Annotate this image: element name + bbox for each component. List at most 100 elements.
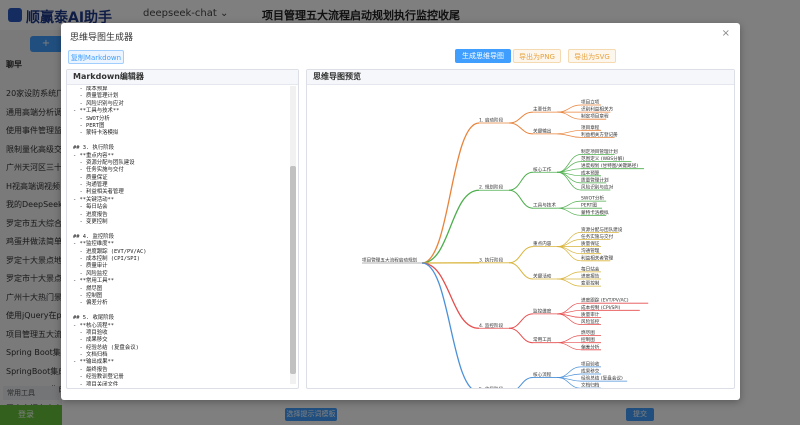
mindmap-leaf: 制定项目章程	[581, 113, 609, 120]
mindmap-leaf: 变更控制	[581, 280, 600, 287]
mindmap-group-edge	[508, 189, 534, 209]
mindmap-group-edge	[517, 377, 534, 388]
mindmap-leaf: 蒙特卡洛模拟	[581, 209, 609, 216]
mindmap-group: 核心流程	[533, 371, 552, 378]
mindmap-group: 主要任务	[533, 106, 552, 113]
mindmap-group-edge	[508, 122, 534, 135]
mindmap-stage: 2. 规划阶段	[479, 184, 504, 191]
mindmap-group-edge	[508, 246, 534, 264]
mindmap-leaf: 每日站会	[581, 265, 600, 272]
mindmap-root: 项目管理五大流程启动规划	[362, 257, 418, 264]
editor-title: Markdown编辑器	[67, 70, 298, 85]
markdown-line: - 经验总结 (复盘会议)	[73, 344, 139, 351]
mindmap-leaf: 成本预算	[581, 169, 600, 176]
mindmap-leaf-edge	[556, 271, 582, 280]
mindmap-stage: 4. 监控阶段	[479, 322, 504, 329]
generate-mindmap-button[interactable]: 生成思维导图	[455, 49, 511, 63]
mindmap-group: 工具与技术	[533, 202, 556, 209]
mindmap-leaf: 进度报告	[581, 273, 600, 280]
mindmap-stage: 1. 启动阶段	[479, 116, 504, 123]
mindmap-leaf: SWOT分析	[581, 195, 604, 202]
markdown-line: - **重点内容**	[73, 152, 115, 159]
mindmap-leaf: 制定项目管理计划	[581, 148, 618, 155]
mindmap-group: 关键活动	[533, 273, 552, 280]
mindmap-group: 核心工作	[533, 166, 552, 173]
markdown-line: ## 5. 收尾阶段	[73, 315, 115, 322]
markdown-line: - **工具与技术**	[73, 108, 120, 115]
close-icon[interactable]: ×	[722, 28, 730, 39]
mindmap-stage: 5. 收尾阶段	[479, 385, 504, 388]
mindmap-group: 关键输出	[533, 127, 552, 134]
scrollbar-thumb[interactable]	[290, 166, 296, 374]
mindmap-leaf: 燃尽图	[581, 329, 595, 336]
markdown-line: - 蒙特卡洛模拟	[73, 130, 119, 137]
markdown-line: - 偏差分析	[73, 300, 108, 307]
mindmap-group: 常用工具	[533, 336, 552, 343]
mindmap-leaf: 质量审计	[581, 311, 600, 318]
mindmap-branch-edge	[421, 262, 480, 329]
mindmap-leaf: 任务实施与交付	[581, 233, 614, 240]
markdown-line: - 质量保证	[73, 174, 108, 181]
preview-title: 思维导图预览	[307, 70, 734, 85]
mindmap-leaf-edge	[556, 342, 582, 351]
mindmap-leaf-edge	[556, 246, 582, 255]
mindmap-group-edge	[508, 171, 534, 191]
mindmap-leaf: 进度规划 (甘特图/关键路径)	[581, 162, 638, 169]
mindmap-leaf: 成果移交	[581, 368, 600, 375]
markdown-line: - 经验教训登记册	[73, 374, 124, 381]
mindmap-group-edge	[508, 327, 534, 344]
editor-scrollbar[interactable]	[290, 86, 296, 384]
export-png-button[interactable]: 导出为PNG	[513, 49, 561, 63]
markdown-line: - **常用工具**	[73, 278, 115, 285]
mindmap-leaf: 风险识别与应对	[581, 184, 614, 191]
mindmap-leaf: 风险监控	[581, 318, 600, 325]
mindmap-leaf: 成本控制 (CPI/SPI)	[581, 304, 621, 311]
mindmap-leaf-edge	[556, 200, 582, 209]
mindmap-leaf: 控制图	[581, 336, 595, 343]
markdown-line: - 燃尽图	[73, 285, 103, 292]
export-svg-button[interactable]: 导出为SVG	[568, 49, 616, 63]
mindmap-leaf: 文档归档	[581, 382, 600, 388]
markdown-line: - 成果移交	[73, 337, 108, 344]
markdown-line	[73, 226, 285, 233]
markdown-editor[interactable]: - 成本预算 - 质量管理计划 - 风险识别与应对 - **工具与技术** - S…	[73, 86, 285, 386]
markdown-line: - 质量审计	[73, 263, 108, 270]
markdown-line: - **监控维度**	[73, 241, 115, 248]
mindmap-preview-panel: 思维导图预览 项目管理五大流程启动规划 项目立项 识别利益相关方 制定项目章程 项目章程…	[306, 69, 735, 389]
mindmap-leaf-edge	[556, 239, 582, 247]
mindmap-svg: 项目管理五大流程启动规划 项目立项识别利益相关方制定项目章程项目章程利益相关方登记…	[362, 99, 649, 388]
mindmap-leaf: 偏差分析	[581, 343, 600, 350]
mindmap-leaf-edge	[556, 133, 582, 138]
mindmap-leaf-edge	[556, 171, 582, 191]
mindmap-leaf-edge	[556, 104, 582, 113]
markdown-line: - SWOT分析	[73, 115, 110, 122]
markdown-line: - 质量管理计划	[73, 93, 119, 100]
mindmap-modal: 思维导图生成器 × 复制Markdown 生成思维导图 导出为PNG 导出为SV…	[61, 23, 740, 400]
mindmap-leaf-edge	[556, 278, 582, 287]
mindmap-group-edge	[508, 313, 534, 329]
mindmap-leaf: 质量管理计划	[581, 176, 609, 183]
mindmap-leaf: 识别利益相关方	[581, 106, 614, 113]
markdown-line: - **核心流程**	[73, 322, 115, 329]
mindmap-leaf: 质量保证	[581, 240, 600, 247]
mindmap-leaf: 经验总结 (复盘会议)	[581, 375, 623, 382]
mindmap-leaf-edge	[556, 335, 582, 344]
markdown-line: - 利益相关者管理	[73, 189, 124, 196]
markdown-line: - 进度报告	[73, 211, 108, 218]
markdown-line	[73, 308, 285, 315]
mindmap-leaf: 范围定义 (WBS分解)	[581, 155, 624, 162]
mindmap-group: 重点内容	[533, 240, 552, 247]
markdown-line: - **输出成果**	[73, 359, 115, 366]
mindmap-group: 监控维度	[533, 307, 552, 314]
mindmap-leaf: 利益相关者管理	[581, 254, 614, 261]
mindmap-leaf: 利益相关方登记册	[581, 131, 618, 138]
markdown-line: - 变更控制	[73, 219, 108, 226]
markdown-line: - 每日站会	[73, 204, 108, 211]
mindmap-stage: 3. 执行阶段	[479, 256, 504, 263]
modal-title: 思维导图生成器	[70, 33, 134, 43]
mindmap-leaf: 资源分配与团队建设	[581, 226, 623, 233]
copy-markdown-button[interactable]: 复制Markdown	[68, 50, 124, 64]
mindmap-leaf-edge	[556, 111, 582, 120]
markdown-line: - 进度跟踪 (EVT/PV/AC)	[73, 248, 147, 255]
mindmap-leaf: 项目验收	[581, 360, 600, 367]
